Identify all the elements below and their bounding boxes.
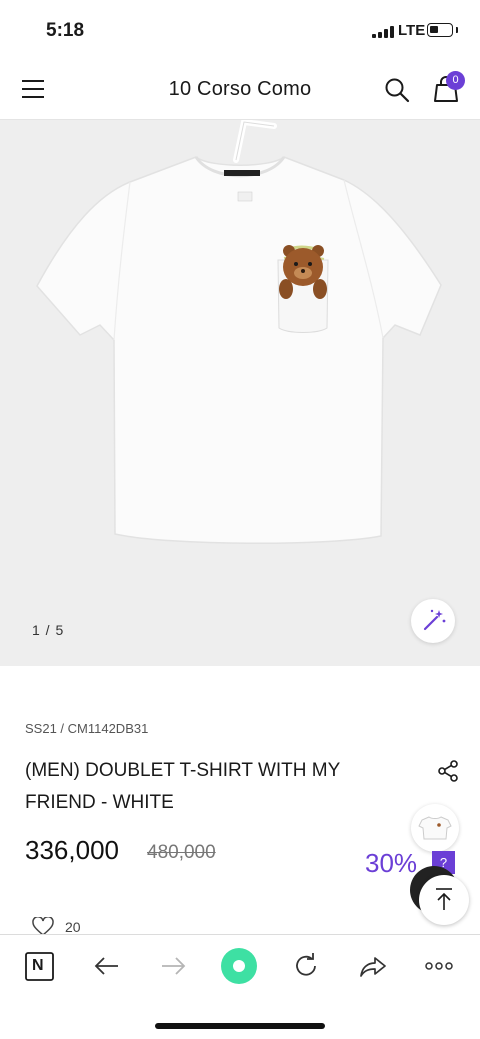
naver-home-button[interactable]: N bbox=[22, 948, 58, 984]
toolbar-divider bbox=[0, 934, 480, 935]
product-code: SS21 / CM1142DB31 bbox=[25, 721, 149, 736]
magic-wand-icon bbox=[423, 609, 446, 631]
like-count: 20 bbox=[65, 919, 81, 935]
network-label: LTE bbox=[398, 22, 426, 39]
share-arrow-icon bbox=[360, 957, 386, 977]
product-name: (MEN) DOUBLET T-SHIRT WITH MY FRIEND - W… bbox=[25, 760, 340, 813]
more-button[interactable] bbox=[421, 948, 457, 984]
cart-count-badge: 0 bbox=[446, 71, 465, 90]
tshirt-thumbnail-icon bbox=[418, 816, 452, 840]
naver-logo-letter: N bbox=[32, 957, 44, 974]
product-gallery[interactable] bbox=[0, 120, 480, 666]
forward-arrow-icon bbox=[162, 957, 186, 975]
green-dot-button[interactable] bbox=[221, 948, 257, 984]
more-dots-icon bbox=[425, 962, 453, 970]
battery-icon bbox=[427, 23, 453, 37]
product-image bbox=[36, 120, 442, 545]
forward-button[interactable] bbox=[155, 948, 191, 984]
arrow-up-to-top-icon bbox=[436, 888, 452, 910]
search-button[interactable] bbox=[384, 77, 410, 103]
share-page-button[interactable] bbox=[355, 948, 391, 984]
discount-rate: 30% bbox=[365, 848, 418, 878]
back-arrow-icon bbox=[94, 957, 118, 975]
share-button[interactable] bbox=[437, 760, 459, 782]
reload-icon bbox=[296, 953, 316, 976]
green-dot-icon bbox=[221, 948, 257, 984]
share-icon bbox=[438, 760, 458, 782]
magic-wand-button[interactable] bbox=[411, 599, 455, 643]
original-price: 480,000 bbox=[147, 842, 216, 863]
sale-price: 336,000 bbox=[25, 835, 119, 865]
home-indicator[interactable] bbox=[155, 1023, 325, 1029]
battery-cap bbox=[456, 27, 458, 33]
reload-button[interactable] bbox=[288, 948, 324, 984]
back-button[interactable] bbox=[89, 948, 125, 984]
gallery-counter: 1 / 5 bbox=[32, 622, 65, 638]
signal-icon bbox=[372, 26, 394, 38]
scroll-to-top-button[interactable] bbox=[419, 875, 469, 925]
status-time: 5:18 bbox=[46, 20, 85, 41]
product-thumbnail-button[interactable] bbox=[411, 804, 459, 852]
search-icon bbox=[385, 78, 410, 103]
